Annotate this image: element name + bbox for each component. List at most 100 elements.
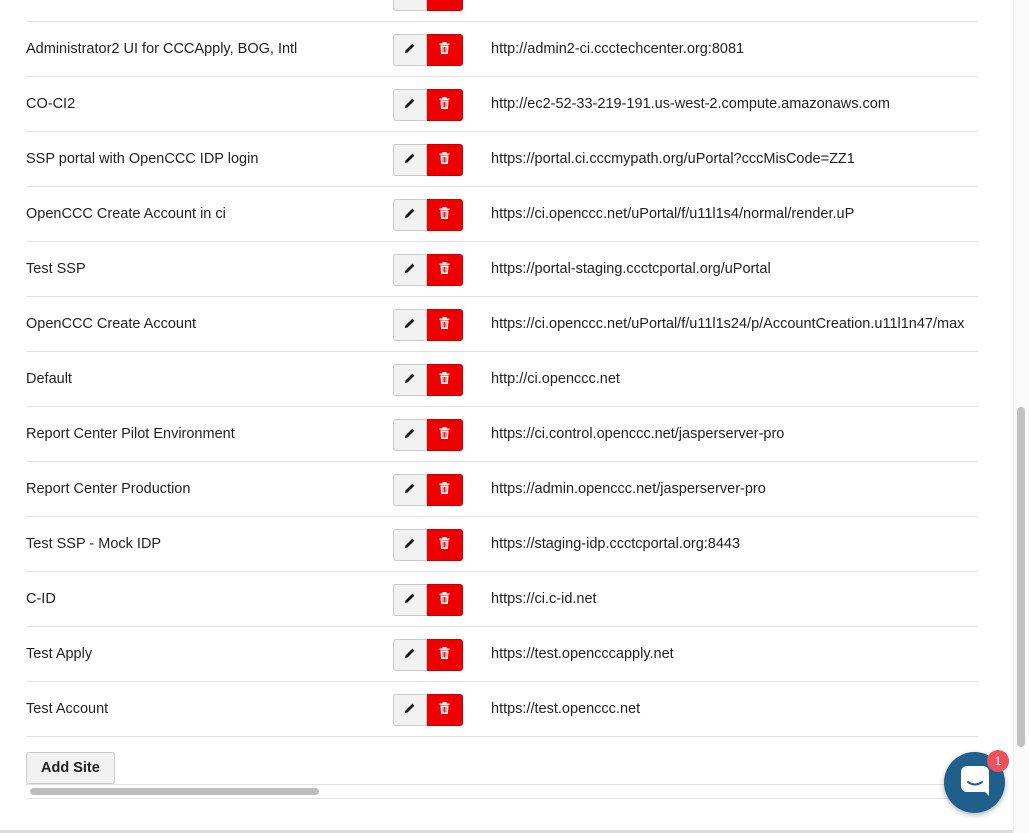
sites-panel: Administrator2 UI for CCCApply, BOG, Int… [0, 0, 1013, 833]
delete-site-button[interactable] [427, 639, 463, 671]
edit-site-button[interactable] [393, 694, 427, 726]
site-url: https://portal-staging.ccctcportal.org/u… [491, 261, 771, 277]
site-name: Test SSP - Mock IDP [26, 536, 162, 552]
delete-site-button[interactable] [427, 0, 463, 11]
site-name: Test Account [26, 701, 109, 717]
site-name: SSP portal with OpenCCC IDP login [26, 151, 259, 167]
chat-icon [959, 764, 991, 801]
pencil-icon [404, 646, 416, 664]
pencil-icon [404, 481, 416, 499]
pencil-icon [404, 261, 416, 279]
delete-site-button[interactable] [427, 34, 463, 66]
horizontal-scrollbar[interactable] [26, 786, 978, 798]
delete-site-button[interactable] [427, 694, 463, 726]
site-row: Report Center Pilot Environment https://… [26, 407, 978, 462]
edit-site-button[interactable] [393, 584, 427, 616]
site-row: Test SSP https://portal-staging.ccctcpor… [26, 242, 978, 297]
edit-site-button[interactable] [393, 309, 427, 341]
site-actions [393, 309, 463, 343]
site-row: C-ID https://ci.c-id.net [26, 572, 978, 627]
pencil-icon [404, 151, 416, 169]
site-row: Test SSP - Mock IDP https://staging-idp.… [26, 517, 978, 572]
divider [26, 784, 978, 785]
trash-icon [439, 646, 450, 664]
site-actions [393, 144, 463, 178]
delete-site-button[interactable] [427, 529, 463, 561]
trash-icon [439, 316, 450, 334]
chat-unread-badge: 1 [987, 750, 1009, 772]
site-url: https://test.openccc.net [491, 701, 641, 717]
site-row: OpenCCC Create Account in ci https://ci.… [26, 187, 978, 242]
site-actions [393, 474, 463, 508]
trash-icon [439, 206, 450, 224]
sites-table: Administrator2 UI for CCCApply, BOG, Int… [26, 0, 978, 737]
site-row: Test Account https://test.openccc.net [26, 682, 978, 737]
site-url: http://admin2-ci.ccctechcenter.org:8081 [491, 41, 745, 57]
divider [26, 798, 978, 799]
delete-site-button[interactable] [427, 419, 463, 451]
trash-icon [439, 261, 450, 279]
site-actions [393, 364, 463, 398]
pencil-icon [404, 316, 416, 334]
trash-icon [439, 481, 450, 499]
site-row: Test Apply https://test.opencccapply.net [26, 627, 978, 682]
edit-site-button[interactable] [393, 254, 427, 286]
delete-site-button[interactable] [427, 309, 463, 341]
edit-site-button[interactable] [393, 199, 427, 231]
edit-site-button[interactable] [393, 34, 427, 66]
pencil-icon [404, 591, 416, 609]
site-actions [393, 694, 463, 728]
delete-site-button[interactable] [427, 199, 463, 231]
site-row: Default http://ci.openccc.net [26, 352, 978, 407]
pencil-icon [404, 536, 416, 554]
edit-site-button[interactable] [393, 529, 427, 561]
vertical-scrollbar[interactable] [1013, 0, 1029, 833]
site-name: Report Center Pilot Environment [26, 426, 235, 442]
site-row: CO-CI2 http://ec2-52-33-219-191.us-west-… [26, 77, 978, 132]
delete-site-button[interactable] [427, 474, 463, 506]
edit-site-button[interactable] [393, 419, 427, 451]
trash-icon [439, 426, 450, 444]
delete-site-button[interactable] [427, 89, 463, 121]
pencil-icon [404, 96, 416, 114]
delete-site-button[interactable] [427, 144, 463, 176]
site-actions [393, 639, 463, 673]
trash-icon [439, 591, 450, 609]
site-url: https://admin.openccc.net/jasperserver-p… [491, 481, 766, 497]
pencil-icon [404, 41, 416, 59]
delete-site-button[interactable] [427, 254, 463, 286]
vertical-scrollbar-thumb[interactable] [1017, 407, 1025, 747]
site-actions [393, 89, 463, 123]
edit-site-button[interactable] [393, 474, 427, 506]
edit-site-button[interactable] [393, 0, 427, 11]
site-url: http://ec2-52-33-219-191.us-west-2.compu… [491, 96, 890, 112]
site-row: Report Center Production https://admin.o… [26, 462, 978, 517]
trash-icon [439, 701, 450, 719]
site-name: Default [26, 371, 72, 387]
site-row [26, 0, 978, 22]
site-name: CO-CI2 [26, 96, 76, 112]
site-name: Administrator2 UI for CCCApply, BOG, Int… [26, 41, 298, 57]
delete-site-button[interactable] [427, 584, 463, 616]
edit-site-button[interactable] [393, 144, 427, 176]
edit-site-button[interactable] [393, 639, 427, 671]
edit-site-button[interactable] [393, 89, 427, 121]
site-actions [393, 34, 463, 68]
site-url: http://ci.openccc.net [491, 371, 620, 387]
add-site-button[interactable]: Add Site [26, 752, 115, 784]
site-row: OpenCCC Create Account https://ci.opencc… [26, 297, 978, 352]
site-actions [393, 419, 463, 453]
pencil-icon [404, 701, 416, 719]
site-row: SSP portal with OpenCCC IDP login https:… [26, 132, 978, 187]
site-actions [393, 584, 463, 618]
site-actions [393, 254, 463, 288]
delete-site-button[interactable] [427, 364, 463, 396]
site-url: https://portal.ci.cccmypath.org/uPortal?… [491, 151, 855, 167]
site-actions [393, 199, 463, 233]
site-url: https://ci.control.openccc.net/jasperser… [491, 426, 785, 442]
site-actions [393, 0, 463, 13]
site-row: Administrator2 UI for CCCApply, BOG, Int… [26, 22, 978, 77]
horizontal-scrollbar-thumb[interactable] [30, 788, 319, 795]
edit-site-button[interactable] [393, 364, 427, 396]
trash-icon [439, 371, 450, 389]
